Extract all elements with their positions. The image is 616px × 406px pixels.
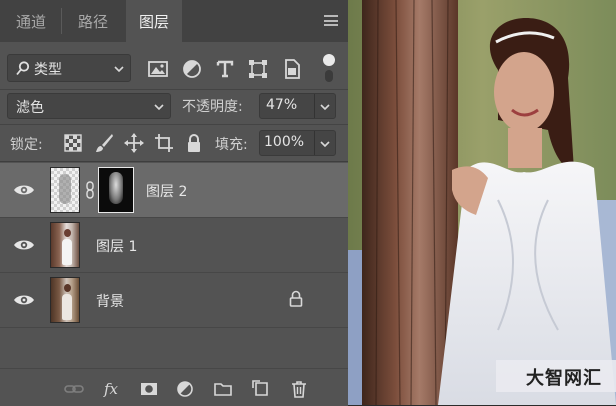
watermark: 大智网汇	[496, 360, 616, 392]
visibility-eye-icon[interactable]	[12, 237, 36, 253]
layer-thumbnail	[50, 277, 80, 323]
type-layer-filter-icon[interactable]	[213, 57, 237, 81]
delete-layer-icon[interactable]	[289, 379, 309, 399]
adjustment-layer-icon[interactable]	[175, 379, 195, 399]
fx-icon[interactable]: fx	[103, 379, 123, 399]
lock-position-icon[interactable]	[123, 132, 145, 154]
opacity-label: 不透明度:	[182, 99, 243, 115]
chevron-down-icon	[154, 104, 164, 111]
chevron-down-icon	[114, 66, 124, 73]
tab-channels[interactable]: 通道	[4, 0, 58, 42]
layer-thumbnail	[50, 167, 80, 213]
chevron-down-icon[interactable]	[320, 139, 330, 149]
fill-value: 100%	[264, 134, 305, 150]
divider	[0, 161, 348, 162]
fill-label: 填充:	[215, 137, 248, 153]
panel-tab-bar: 通道 路径 图层	[0, 0, 348, 42]
opacity-value: 47%	[266, 97, 298, 113]
layer-row-background[interactable]: 背景	[0, 273, 348, 327]
lock-label: 锁定:	[10, 137, 43, 153]
visibility-eye-icon[interactable]	[12, 182, 36, 198]
layer-mask-thumbnail[interactable]	[98, 167, 134, 213]
lock-transparent-pixels-icon[interactable]	[62, 132, 84, 154]
smart-object-filter-icon[interactable]	[280, 57, 304, 81]
link-layers-icon[interactable]	[64, 379, 84, 399]
layer-thumbnail	[50, 222, 80, 268]
layer-name[interactable]: 图层 1	[96, 236, 137, 256]
layers-bottom-toolbar: fx	[0, 368, 348, 406]
divider	[0, 89, 348, 90]
row-divider	[0, 327, 348, 328]
mask-link-icon[interactable]	[84, 181, 96, 199]
svg-text:fx: fx	[103, 380, 119, 398]
tab-layers[interactable]: 图层	[126, 0, 182, 42]
search-icon	[16, 61, 30, 76]
watermark-text: 大智网汇	[526, 368, 602, 389]
layer-name[interactable]: 背景	[96, 291, 124, 311]
divider	[0, 124, 348, 125]
layer-name[interactable]: 图层 2	[146, 181, 187, 201]
chevron-down-icon[interactable]	[320, 102, 330, 112]
filter-toggle[interactable]	[322, 54, 336, 84]
tab-divider	[61, 8, 62, 34]
lock-all-icon[interactable]	[183, 132, 205, 154]
new-layer-icon[interactable]	[251, 379, 271, 399]
shape-filter-icon[interactable]	[246, 57, 270, 81]
lock-image-pixels-icon[interactable]	[93, 132, 115, 154]
new-group-icon[interactable]	[213, 379, 233, 399]
layer-lock-icon	[289, 290, 303, 307]
blend-mode-value: 滤色	[16, 100, 44, 116]
fill-field[interactable]: 100%	[259, 130, 336, 156]
opacity-field[interactable]: 47%	[259, 93, 336, 119]
tab-paths[interactable]: 路径	[63, 0, 123, 42]
add-mask-icon[interactable]	[139, 379, 159, 399]
layer-row-layer-1[interactable]: 图层 1	[0, 218, 348, 272]
prevent-artboard-nesting-icon[interactable]	[153, 132, 175, 154]
panel-menu-icon[interactable]	[324, 15, 338, 26]
layer-filter-dropdown[interactable]: 类型	[7, 54, 131, 82]
blend-mode-dropdown[interactable]: 滤色	[7, 93, 171, 119]
filter-kind-label: 类型	[34, 62, 62, 78]
visibility-eye-icon[interactable]	[12, 292, 36, 308]
layer-row-layer-2[interactable]: 图层 2	[0, 163, 348, 217]
canvas-photo: 大智网汇	[348, 0, 616, 405]
pixel-layer-filter-icon[interactable]	[146, 57, 170, 81]
bride-photo-image	[348, 0, 616, 405]
layers-panel: 通道 路径 图层 类型 滤色 不透明度: 47% 锁定: 填充: 100% 图层…	[0, 0, 348, 406]
adjustment-filter-icon[interactable]	[180, 57, 204, 81]
